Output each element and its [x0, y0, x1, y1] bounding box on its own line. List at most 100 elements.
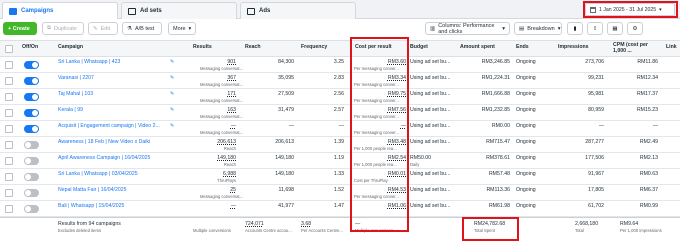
results-sub: Messaging conversat... [200, 130, 244, 135]
col-link[interactable]: Link [666, 44, 677, 50]
table-row[interactable]: Acquisit | Engagement campaign | Video 2… [0, 121, 680, 137]
cpr-value: RM3.34 [387, 75, 406, 81]
table-row[interactable]: Bali | Whatsapp | 15/04/2025 — 41,977 1.47 R… [0, 201, 680, 217]
row-checkbox[interactable] [5, 109, 13, 117]
ab-test-button[interactable]: ⚗ A/B test [122, 22, 162, 35]
campaign-name[interactable]: Sri Lanka | Whatsapp | 03/04/2025 [58, 171, 138, 177]
row-checkbox[interactable] [5, 173, 13, 181]
chevron-down-icon: ▾ [557, 25, 561, 32]
create-button[interactable]: + Create [3, 22, 37, 35]
impressions-cell: 99,231 [588, 75, 604, 81]
campaign-name[interactable]: Acquisit | Engagement campaign | Video 2… [58, 123, 160, 129]
row-checkbox[interactable] [5, 93, 13, 101]
duplicate-button[interactable]: ⧉ Duplicate [42, 22, 84, 35]
export-icon: ⇪ [592, 25, 598, 32]
budget-value: Using ad set bu... [410, 187, 451, 193]
pin-icon[interactable]: ✎ [170, 107, 174, 113]
table-row[interactable]: Taj Mahal | 103 ✎ 171 Messaging conversat..… [0, 89, 680, 105]
campaign-name[interactable]: Taj Mahal | 103 [58, 91, 93, 97]
col-amount-spent[interactable]: Amount spent [460, 44, 495, 50]
table-row[interactable]: Varanasi | 2207 ✎ 367 Messaging conversat..… [0, 73, 680, 89]
row-checkbox[interactable] [5, 141, 13, 149]
table-row[interactable]: Sri Lanka | Whatsapp | 03/04/2025 6,988 Th… [0, 169, 680, 185]
table-row[interactable]: Awareness | 18 Feb | New Video x Daiki 20… [0, 137, 680, 153]
row-checkbox[interactable] [5, 189, 13, 197]
chart-button[interactable]: ▮ [567, 22, 583, 35]
col-campaign[interactable]: Campaign [58, 44, 83, 50]
pin-icon[interactable]: ✎ [170, 123, 174, 129]
col-cpm[interactable]: CPM (cost per 1,000 ... [613, 42, 659, 54]
tab-ad-sets[interactable]: Ad sets [121, 2, 237, 19]
amount-cell: RM1,224.31 [481, 75, 510, 81]
results-cell: 6,988 ThruPlays [200, 171, 236, 183]
col-frequency[interactable]: Frequency [301, 44, 327, 50]
tab-label: Ads [259, 8, 271, 14]
frequency-cell: 2.56 [333, 91, 344, 97]
budget-value: Using ad set bu... [410, 171, 451, 177]
col-cost-per-result[interactable]: Cost per result [355, 44, 392, 50]
campaign-name[interactable]: Bali | Whatsapp | 15/04/2025 [58, 203, 124, 209]
select-all-checkbox[interactable] [5, 45, 13, 53]
pin-icon[interactable]: ✎ [170, 59, 174, 65]
settings-button[interactable]: ⚙ [627, 22, 643, 35]
table-row[interactable]: Kerala | 99 ✎ 163 Messaging conversat... 31,… [0, 105, 680, 121]
budget-sub: Daily [410, 162, 420, 167]
results-cell: 171 Messaging conversat... [200, 91, 243, 103]
cpr-value: RM9.75 [387, 91, 406, 97]
edit-button[interactable]: ✎ Edit [88, 22, 118, 35]
more-button[interactable]: More ▾ [168, 22, 196, 35]
columns-button[interactable]: ▥ Columns: Performance and clicks ▾ [425, 22, 510, 35]
campaign-name[interactable]: Sri Lanka | Whatsapp | 423 [58, 59, 120, 65]
row-checkbox[interactable] [5, 205, 13, 213]
amount-cell: RM1,666.88 [481, 91, 510, 97]
footer-cpm-value: RM9.64 [620, 221, 639, 227]
col-budget[interactable]: Budget [410, 44, 428, 50]
campaign-name[interactable]: Awareness | 18 Feb | New Video x Daiki [58, 139, 150, 145]
tab-ads[interactable]: Ads [240, 2, 356, 19]
row-checkbox[interactable] [5, 61, 13, 69]
row-toggle[interactable] [24, 141, 39, 149]
row-toggle[interactable] [24, 189, 39, 197]
col-results[interactable]: Results [193, 44, 212, 50]
campaign-name[interactable]: Varanasi | 2207 [58, 75, 94, 81]
row-toggle[interactable] [24, 77, 39, 85]
ends-cell: Ongoing [516, 187, 536, 193]
date-range-picker[interactable]: 1 Jan 2025 - 31 Jul 2025 ▾ [585, 3, 675, 16]
breakdown-button[interactable]: ▤ Breakdown ▾ [514, 22, 562, 35]
col-impressions[interactable]: Impressions [558, 44, 589, 50]
table-row[interactable]: Sri Lanka | Whatsapp | 423 ✎ 901 Messaging … [0, 57, 680, 73]
pin-icon[interactable]: ✎ [170, 75, 174, 81]
frequency-cell: 1.52 [333, 187, 344, 193]
row-toggle[interactable] [24, 173, 39, 181]
cpr-sub: Per messaging conver... [354, 98, 399, 103]
reports-button[interactable]: ▦ [607, 22, 623, 35]
ends-cell: Ongoing [516, 59, 536, 65]
footer-impressions: 2,668,180 Total [575, 221, 598, 233]
campaign-name[interactable]: Nepal Matta Fair | 16/04/2025 [58, 187, 127, 193]
col-ends[interactable]: Ends [516, 44, 529, 50]
tab-campaigns[interactable]: Campaigns [2, 2, 118, 19]
campaign-name[interactable]: Kerala | 99 [58, 107, 83, 113]
col-onoff[interactable]: Off/On [22, 44, 38, 50]
table-row[interactable]: April Awareness Campaign | 16/04/2025 149… [0, 153, 680, 169]
results-sub: Reach [223, 146, 236, 151]
ends-cell: Ongoing [516, 155, 536, 161]
budget-value: Using ad set bu... [410, 59, 451, 65]
row-checkbox[interactable] [5, 157, 13, 165]
campaign-name[interactable]: April Awareness Campaign | 16/04/2025 [58, 155, 150, 161]
row-toggle[interactable] [24, 93, 39, 101]
results-value: 25 [230, 187, 236, 193]
export-button[interactable]: ⇪ [587, 22, 603, 35]
pin-icon[interactable]: ✎ [170, 91, 174, 97]
row-toggle[interactable] [24, 157, 39, 165]
table-row[interactable]: Nepal Matta Fair | 16/04/2025 25 Messaging… [0, 185, 680, 201]
row-checkbox[interactable] [5, 77, 13, 85]
footer-cpm-sub: Per 1,000 impressions [620, 228, 662, 233]
col-reach[interactable]: Reach [245, 44, 261, 50]
row-toggle[interactable] [24, 109, 39, 117]
budget-value: Using ad set bu... [410, 107, 451, 113]
row-toggle[interactable] [24, 125, 39, 133]
row-toggle[interactable] [24, 61, 39, 69]
row-toggle[interactable] [24, 205, 39, 213]
row-checkbox[interactable] [5, 125, 13, 133]
